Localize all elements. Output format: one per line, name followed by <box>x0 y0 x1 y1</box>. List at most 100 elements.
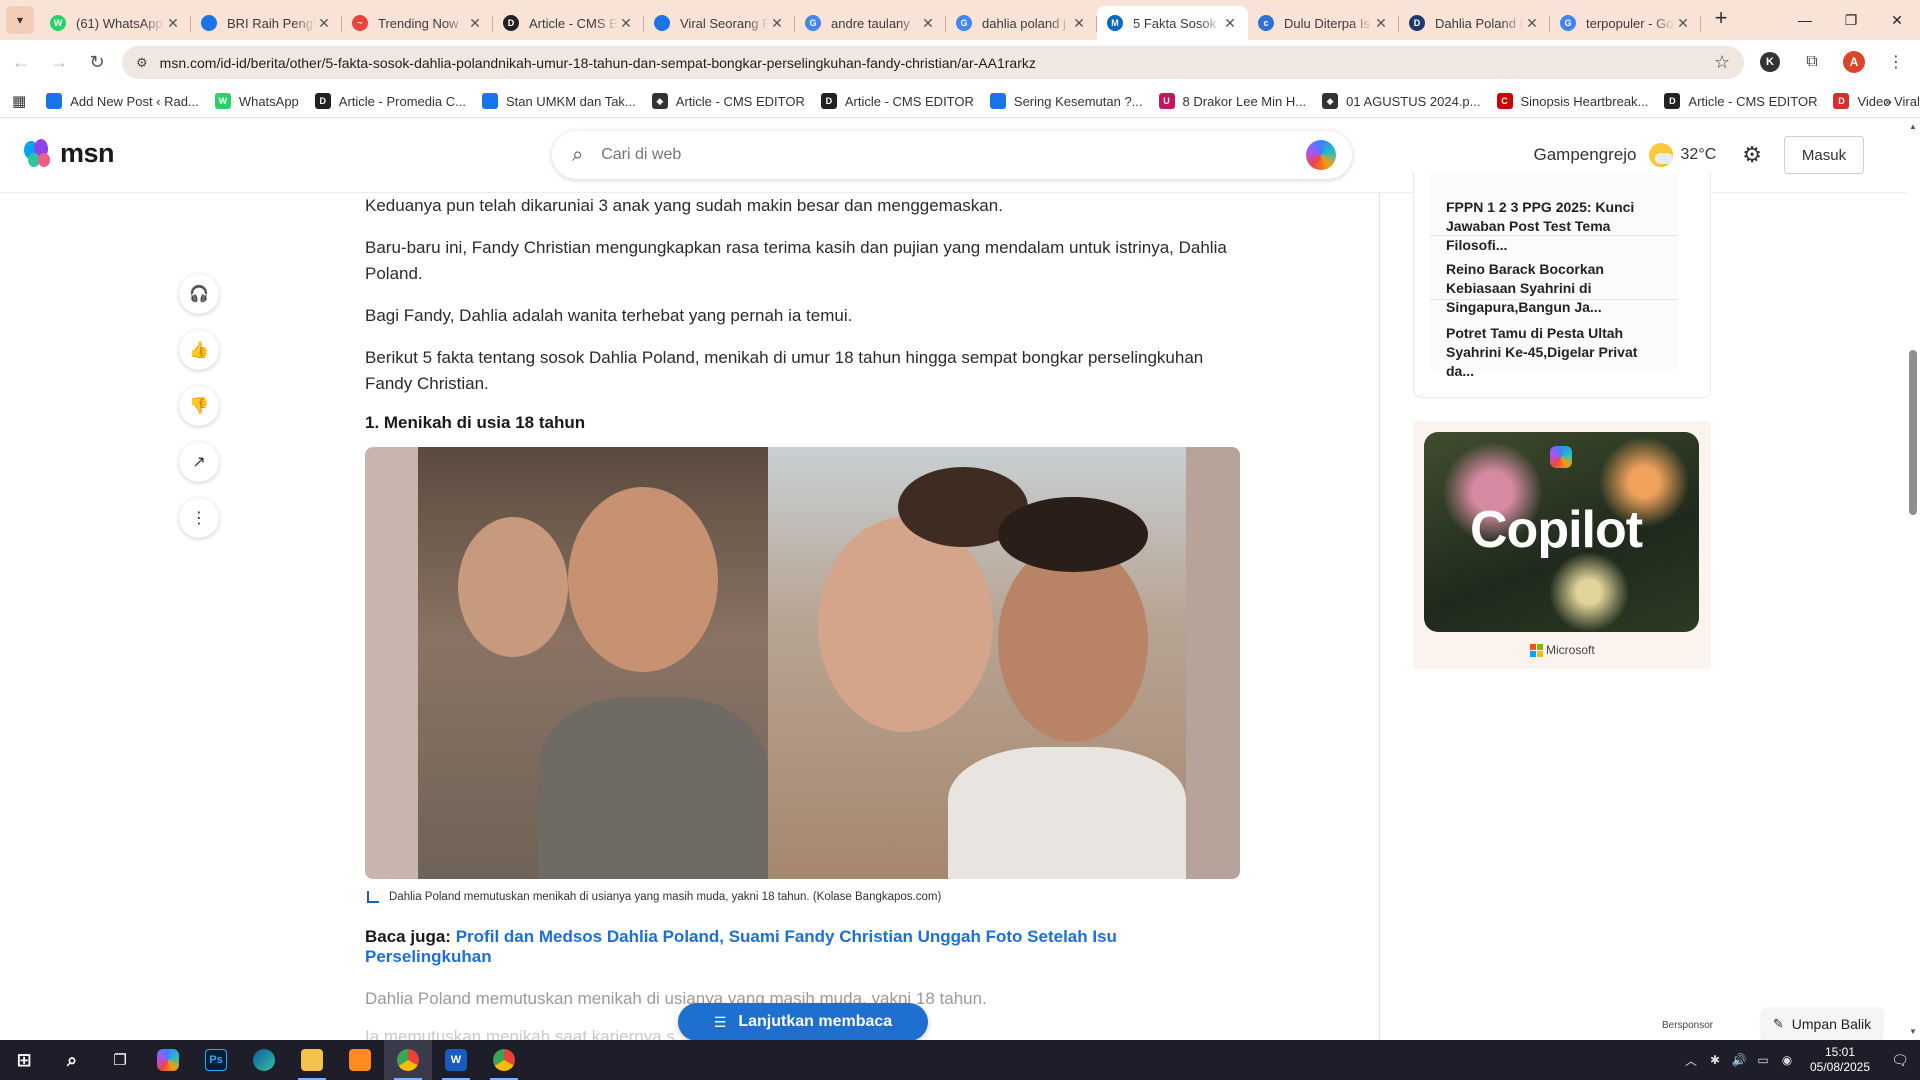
menu-kebab-icon[interactable]: ⋮ <box>1880 46 1912 78</box>
browser-tab[interactable]: W (61) WhatsApp ✕ <box>40 6 191 40</box>
browser-tab[interactable]: c Dulu Diterpa Is ✕ <box>1248 6 1399 40</box>
bookmark-item[interactable]: U 8 Drakor Lee Min H... <box>1158 93 1306 109</box>
bookmark-item[interactable]: DVideo Viral Erin Bug... <box>1833 93 1920 109</box>
tab-close-icon[interactable]: ✕ <box>769 15 785 32</box>
msn-search-box[interactable]: ⌕ <box>552 131 1352 179</box>
listen-headphones-icon[interactable]: 🎧 <box>179 274 219 314</box>
scrollbar-thumb[interactable] <box>1909 350 1917 515</box>
bookmark-item[interactable]: Stan UMKM dan Tak... <box>481 93 636 109</box>
weather-partly-sunny-icon[interactable] <box>1648 143 1673 167</box>
tab-close-icon[interactable]: ✕ <box>1071 15 1087 32</box>
read-also-link[interactable]: Profil dan Medsos Dahlia Poland, Suami F… <box>365 927 1117 966</box>
restore-icon[interactable]: ❐ <box>1828 0 1874 40</box>
bookmark-item[interactable]: Add New Post ‹ Rad... <box>46 93 199 109</box>
search-input[interactable] <box>601 146 1306 164</box>
browser-tab[interactable]: BRI Raih Pengh ✕ <box>191 6 342 40</box>
bookmark-item[interactable]: D Article - Promedia C... <box>314 93 466 109</box>
chrome-icon[interactable] <box>480 1040 528 1080</box>
chrome-profile-icon[interactable] <box>384 1040 432 1080</box>
continue-reading-button[interactable]: ☰ Lanjutkan membaca <box>678 1003 928 1041</box>
extensions-puzzle-icon[interactable]: ⧉ <box>1796 46 1828 78</box>
browser-tab[interactable]: D Dahlia Poland C ✕ <box>1399 6 1550 40</box>
task-view-icon[interactable]: ❐ <box>96 1040 144 1080</box>
dislike-thumbs-down-icon[interactable]: 👎 <box>179 386 219 426</box>
meet-icon[interactable]: ◉ <box>1776 1053 1798 1067</box>
browser-tab[interactable]: M 5 Fakta Sosok D ✕ <box>1097 6 1248 40</box>
browser-tab[interactable]: Gterpopuler - Go ✕ <box>1550 6 1701 40</box>
start-windows-icon[interactable]: ⊞ <box>0 1040 48 1080</box>
settings-gear-icon[interactable]: ⚙ <box>1742 142 1762 168</box>
reload-icon[interactable]: ↻ <box>80 46 114 80</box>
tab-search-icon[interactable]: ▾ <box>6 6 34 34</box>
scroll-up-icon[interactable]: ▲ <box>1909 122 1917 131</box>
apps-grid-icon[interactable]: ▦ <box>12 92 26 110</box>
bookmark-item[interactable]: C Sinopsis Heartbreak... <box>1496 93 1648 109</box>
tab-title: Dahlia Poland C <box>1435 15 1524 31</box>
copilot-ad-image[interactable]: Copilot <box>1424 432 1699 632</box>
browser-tab[interactable]: Viral Seorang P ✕ <box>644 6 795 40</box>
notification-icon[interactable]: 🗨 <box>1880 1052 1920 1069</box>
photoshop-icon[interactable]: Ps <box>192 1040 240 1080</box>
url-text[interactable]: msn.com/id-id/berita/other/5-fakta-sosok… <box>160 55 1714 71</box>
tray-overflow-icon[interactable]: ︿ <box>1680 1052 1702 1069</box>
tab-close-icon[interactable]: ✕ <box>467 15 483 32</box>
bookmark-item[interactable]: ◆ 01 AGUSTUS 2024.p... <box>1322 93 1481 109</box>
illustrator-icon[interactable] <box>336 1040 384 1080</box>
bookmark-favicon-icon: C <box>1496 93 1513 109</box>
copilot-ad-card[interactable]: Copilot Microsoft <box>1413 421 1711 669</box>
photo-right-couple <box>768 447 1186 879</box>
browser-tab[interactable]: D Article - CMS E ✕ <box>493 6 644 40</box>
new-tab-button[interactable]: + <box>1707 4 1735 32</box>
back-icon[interactable]: ← <box>4 46 38 80</box>
system-tray: ︿ ✱ 🔊 ▭ ◉ 15:01 05/08/2025 🗨 <box>1680 1040 1920 1080</box>
copilot-icon[interactable] <box>1306 140 1336 170</box>
page-scrollbar[interactable]: ▲ ▼ <box>1906 118 1920 1040</box>
more-options-icon[interactable]: ⋮ <box>179 498 219 538</box>
copilot-taskbar-icon[interactable] <box>144 1040 192 1080</box>
browser-tab[interactable]: Gdahlia poland j ✕ <box>946 6 1097 40</box>
article-photo-collage[interactable] <box>365 447 1240 879</box>
close-window-icon[interactable]: ✕ <box>1874 0 1920 40</box>
extension-k-icon[interactable]: K <box>1754 46 1786 78</box>
tab-close-icon[interactable]: ✕ <box>1524 15 1540 32</box>
bookmark-item[interactable]: W WhatsApp <box>214 93 299 109</box>
minimize-icon[interactable]: — <box>1782 0 1828 40</box>
word-icon[interactable]: W <box>432 1040 480 1080</box>
msn-logo[interactable]: msn <box>24 138 115 169</box>
tab-close-icon[interactable]: ✕ <box>316 15 332 32</box>
share-icon[interactable]: ↗ <box>179 442 219 482</box>
scroll-down-icon[interactable]: ▼ <box>1909 1027 1917 1036</box>
bookmarks-overflow-icon[interactable]: » <box>1884 93 1892 109</box>
tab-close-icon[interactable]: ✕ <box>1222 15 1238 32</box>
system-clock[interactable]: 15:01 05/08/2025 <box>1800 1045 1880 1075</box>
tab-close-icon[interactable]: ✕ <box>920 15 936 32</box>
file-explorer-icon[interactable] <box>288 1040 336 1080</box>
bookmark-star-icon[interactable]: ☆ <box>1714 52 1730 73</box>
tab-close-icon[interactable]: ✕ <box>618 15 634 32</box>
location-label[interactable]: Gampengrejo <box>1534 145 1637 165</box>
signin-button[interactable]: Masuk <box>1784 136 1864 174</box>
bookmark-item[interactable]: D Article - CMS EDITOR <box>820 93 974 109</box>
browser-tab[interactable]: ~ Trending Now ✕ <box>342 6 493 40</box>
taskbar-search-icon[interactable]: ⌕ <box>48 1040 96 1080</box>
bluetooth-icon[interactable]: ✱ <box>1704 1053 1726 1067</box>
bookmark-item[interactable]: ◆ Article - CMS EDITOR <box>651 93 805 109</box>
profile-avatar[interactable]: A <box>1838 46 1870 78</box>
site-info-icon[interactable]: ⚙ <box>136 55 148 71</box>
feedback-button[interactable]: ✎ Umpan Balik <box>1762 1008 1882 1040</box>
network-icon[interactable]: ▭ <box>1752 1053 1774 1067</box>
temperature-label[interactable]: 32°C <box>1681 146 1717 164</box>
tab-close-icon[interactable]: ✕ <box>1675 15 1691 32</box>
forward-icon[interactable]: → <box>42 46 76 80</box>
tab-close-icon[interactable]: ✕ <box>165 15 181 32</box>
bookmark-item[interactable]: Sering Kesemutan ?... <box>989 93 1143 109</box>
address-bar[interactable]: ⚙ msn.com/id-id/berita/other/5-fakta-sos… <box>122 46 1744 79</box>
feedback-icon: ✎ <box>1772 1016 1784 1031</box>
bookmark-item[interactable]: D Article - CMS EDITOR <box>1664 93 1817 109</box>
trending-item[interactable]: FPPN 1 2 3 PPG 2025: Kunci Jawaban Post … <box>1430 172 1678 253</box>
tab-close-icon[interactable]: ✕ <box>1373 15 1389 32</box>
like-thumbs-up-icon[interactable]: 👍 <box>179 330 219 370</box>
edge-icon[interactable] <box>240 1040 288 1080</box>
volume-icon[interactable]: 🔊 <box>1728 1053 1750 1067</box>
browser-tab[interactable]: Gandre taulany ✕ <box>795 6 946 40</box>
